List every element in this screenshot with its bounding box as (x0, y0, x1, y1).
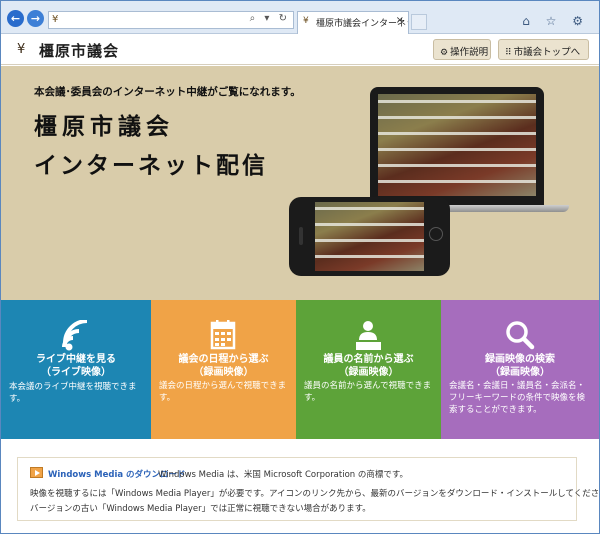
windows-media-info: Windows Media のダウンロード Windows Media は、米国… (17, 457, 600, 521)
windows-media-icon[interactable] (30, 467, 43, 478)
hero-title-line2: インターネット配信 (34, 152, 268, 179)
site-logo[interactable]: 橿原市議会 (39, 40, 119, 61)
tile-live-subtitle: （ライブ映像） (41, 367, 111, 378)
phone-home-button (429, 227, 443, 241)
address-tools-icon[interactable]: ⌕ ▾ ↻ (250, 13, 290, 24)
browser-home-favorites-settings-icons[interactable]: ⌂ ☆ ⚙ (522, 14, 589, 28)
tile-live-title: ライブ中継を見る (36, 354, 116, 365)
tile-search-title: 録画映像の検索 (485, 354, 555, 365)
tile-member-subtitle: （録画映像） (338, 367, 399, 378)
tile-search-subtitle: （録画映像） (490, 367, 550, 378)
hero-banner: 本会議･委員会のインターネット中継がご覧になれます。 橿原市議会 インターネット… (1, 66, 599, 300)
council-top-button-label: 市議会トップへ (513, 47, 581, 58)
browser-tab[interactable]: ¥ 橿原市議会インターネット議... × (297, 11, 409, 34)
site-favicon-icon: ¥ (52, 14, 59, 25)
council-top-button[interactable]: ⠿ 市議会トップへ (498, 39, 589, 60)
tile-member[interactable]: 議員の名前から選ぶ （録画映像） 議員の名前から選んで視聴できます。 (296, 300, 441, 439)
magnifier-icon (506, 321, 535, 350)
tile-schedule-desc: 議会の日程から選んで視聴できます。 (159, 381, 287, 403)
tile-live[interactable]: ライブ中継を見る （ライブ映像） 本会議のライブ中継を視聴できます。 (1, 300, 151, 439)
tab-favicon-icon: ¥ (303, 16, 309, 26)
site-header: ¥ 橿原市議会 ⚙ 操作説明 ⠿ 市議会トップへ (1, 35, 599, 65)
assembly-hall-photo-small (315, 202, 424, 271)
help-button-label: 操作説明 (450, 47, 489, 58)
help-button[interactable]: ⚙ 操作説明 (433, 39, 491, 60)
phone-speaker (299, 227, 303, 245)
address-bar[interactable]: ¥ ⌕ ▾ ↻ (48, 11, 294, 29)
tile-schedule-title: 議会の日程から選ぶ (178, 354, 269, 365)
city-emblem-icon: ¥ (17, 42, 26, 57)
smartphone-image (289, 197, 450, 276)
back-button[interactable]: ← (7, 10, 24, 27)
browser-window: ← → ¥ ⌕ ▾ ↻ ¥ 橿原市議会インターネット議... × ⌂ ☆ ⚙ ¥… (0, 0, 600, 534)
tile-schedule-subtitle: （録画映像） (193, 367, 254, 378)
windows-media-trademark-note: Windows Media は、米国 Microsoft Corporation… (158, 470, 409, 480)
hero-subtitle: 本会議･委員会のインターネット中継がご覧になれます。 (34, 86, 301, 98)
windows-media-requirement-text: 映像を視聴するには「Windows Media Player」が必要です。アイコ… (30, 489, 600, 499)
speaker-podium-icon (356, 321, 381, 350)
gear-icon: ⚙ (440, 48, 449, 58)
tile-search-desc: 会議名・会議日・議員名・会派名・フリーキーワードの条件で映像を検索することができ… (449, 381, 586, 415)
tile-member-desc: 議員の名前から選んで視聴できます。 (304, 381, 432, 403)
hero-title-line1: 橿原市議会 (34, 113, 174, 140)
windows-media-version-warning: バージョンの古い「Windows Media Player」では正常に視聴できな… (30, 504, 371, 514)
menu-tiles: ライブ中継を見る （ライブ映像） 本会議のライブ中継を視聴できます。 議会の日程… (1, 300, 599, 439)
tile-search[interactable]: 録画映像の検索 （録画映像） 会議名・会議日・議員名・会派名・フリーキーワードの… (441, 300, 599, 439)
tile-member-title: 議員の名前から選ぶ (323, 354, 414, 365)
tile-schedule[interactable]: 議会の日程から選ぶ （録画映像） 議会の日程から選んで視聴できます。 (151, 300, 296, 439)
wifi-signal-icon (62, 320, 88, 351)
browser-toolbar: ← → ¥ ⌕ ▾ ↻ ¥ 橿原市議会インターネット議... × ⌂ ☆ ⚙ (1, 1, 599, 34)
tile-live-desc: 本会議のライブ中継を視聴できます。 (9, 382, 137, 404)
assembly-hall-photo (378, 94, 536, 196)
forward-button[interactable]: → (27, 10, 44, 27)
laptop-image (370, 87, 544, 205)
grid-icon: ⠿ (505, 48, 512, 58)
tab-close-icon[interactable]: × (396, 15, 404, 26)
new-tab-button[interactable] (411, 14, 427, 30)
calendar-icon (210, 320, 236, 350)
